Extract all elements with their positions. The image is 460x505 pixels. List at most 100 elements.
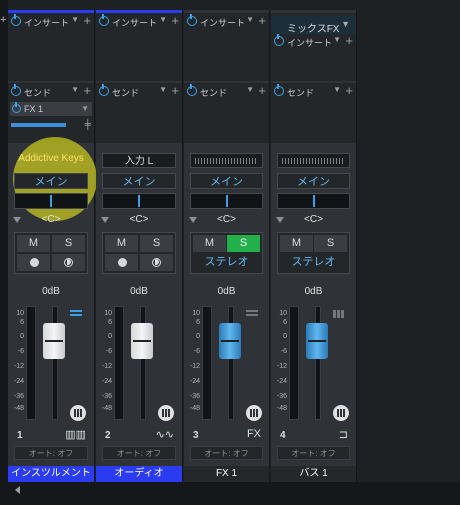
meter-mode-icon[interactable] xyxy=(246,310,258,318)
power-icon[interactable] xyxy=(274,34,284,46)
power-icon[interactable] xyxy=(11,14,21,26)
add-insert-icon[interactable]: + xyxy=(258,13,266,28)
volume-fader[interactable] xyxy=(306,323,328,359)
insert-slot[interactable]: インサート ▼ + xyxy=(8,13,94,81)
channel-number: 2 xyxy=(105,430,111,441)
add-send-icon[interactable]: + xyxy=(258,83,266,98)
output-selector[interactable]: メイン xyxy=(277,173,350,189)
solo-button[interactable]: S xyxy=(52,235,85,252)
send-pan-icon[interactable]: ╪ xyxy=(85,119,91,129)
pan-slider[interactable] xyxy=(190,193,263,209)
pan-value: <C> xyxy=(217,214,236,225)
record-icon xyxy=(30,258,39,267)
solo-button[interactable]: S xyxy=(140,235,173,252)
power-icon[interactable] xyxy=(274,84,284,96)
insert-label: インサート xyxy=(24,18,70,28)
channel-strip-4: ミックスFX ▼ インサート ▼ + センド ▼ + メイン <C> M S ステレオ 0… xyxy=(271,10,357,482)
dropdown-arrow-icon[interactable]: ▼ xyxy=(159,85,167,94)
send-slot[interactable]: センド ▼ + xyxy=(184,83,269,143)
power-icon[interactable] xyxy=(12,102,21,113)
monitor-button[interactable] xyxy=(140,254,173,271)
level-meter xyxy=(202,306,212,420)
insert-slot[interactable]: ミックスFX ▼ インサート ▼ + xyxy=(271,13,356,81)
add-send-icon[interactable]: + xyxy=(171,83,179,98)
pan-slider[interactable] xyxy=(277,193,350,209)
add-insert-icon[interactable]: + xyxy=(83,13,91,28)
solo-button[interactable]: S xyxy=(314,235,347,252)
volume-fader[interactable] xyxy=(219,323,241,359)
power-icon[interactable] xyxy=(11,84,21,96)
dropdown-arrow-icon[interactable]: ▼ xyxy=(71,85,79,94)
dropdown-arrow-icon[interactable]: ▼ xyxy=(159,15,167,24)
automation-mode[interactable]: オート: オフ xyxy=(102,446,176,460)
channel-name[interactable]: FX 1 xyxy=(184,466,269,482)
automation-mode[interactable]: オート: オフ xyxy=(277,446,350,460)
pan-slider[interactable] xyxy=(102,193,176,209)
power-icon[interactable] xyxy=(187,84,197,96)
mute-button[interactable]: M xyxy=(105,235,138,252)
power-icon[interactable] xyxy=(187,14,197,26)
add-icon[interactable]: + xyxy=(0,14,6,26)
monitor-button[interactable] xyxy=(52,254,85,271)
dropdown-arrow-icon[interactable]: ▼ xyxy=(246,15,254,24)
insert-slot[interactable]: インサート ▼ + xyxy=(96,13,182,81)
solo-button[interactable]: S xyxy=(227,235,260,252)
volume-fader[interactable] xyxy=(131,323,153,359)
record-button[interactable] xyxy=(17,254,50,271)
input-source[interactable]: Addictive Keys xyxy=(11,153,91,164)
add-send-icon[interactable]: + xyxy=(345,83,353,98)
meter-mode-icon[interactable] xyxy=(70,310,82,318)
power-icon[interactable] xyxy=(99,14,109,26)
dropdown-arrow-icon[interactable]: ▼ xyxy=(246,85,254,94)
send-level-slider[interactable] xyxy=(11,123,66,127)
add-insert-icon[interactable]: + xyxy=(345,33,353,48)
eq-icon[interactable] xyxy=(333,405,349,421)
output-selector[interactable]: メイン xyxy=(14,173,88,189)
volume-readout: 0dB xyxy=(217,286,236,297)
keyboard-icon: ▥▥ xyxy=(65,429,86,441)
input-source[interactable]: 入力 L xyxy=(102,153,176,168)
send-slot[interactable]: センド ▼ + FX 1 ▼ ╪ xyxy=(8,83,94,143)
eq-icon[interactable] xyxy=(246,405,262,421)
automation-mode[interactable]: オート: オフ xyxy=(14,446,88,460)
eq-icon[interactable] xyxy=(70,405,86,421)
power-icon[interactable] xyxy=(99,84,109,96)
insert-slot[interactable]: インサート ▼ + xyxy=(184,13,269,81)
mix-fx-selector[interactable]: ミックスFX ▼ xyxy=(271,16,356,35)
meter-mode-icon[interactable] xyxy=(333,310,345,318)
dropdown-arrow-icon[interactable]: ▼ xyxy=(71,15,79,24)
pan-value: <C> xyxy=(304,214,323,225)
record-button[interactable] xyxy=(105,254,138,271)
send-slot[interactable]: センド ▼ + xyxy=(271,83,356,143)
send-fx1[interactable]: FX 1 ▼ xyxy=(10,102,92,116)
eq-icon[interactable] xyxy=(158,405,174,421)
channel-number: 1 xyxy=(17,430,23,441)
pan-slider[interactable] xyxy=(14,193,88,209)
dropdown-arrow-icon[interactable]: ▼ xyxy=(333,35,341,44)
dropdown-arrow-icon[interactable]: ▼ xyxy=(341,19,350,29)
dropdown-arrow-icon[interactable]: ▼ xyxy=(81,104,89,113)
channel-mode[interactable]: ステレオ xyxy=(280,254,347,271)
output-selector[interactable]: メイン xyxy=(190,173,263,189)
channel-name[interactable]: オーディオ xyxy=(96,466,182,482)
scroll-left-icon[interactable] xyxy=(15,486,20,494)
insert-label: インサート xyxy=(112,18,158,28)
mute-button[interactable]: M xyxy=(193,235,226,252)
add-send-icon[interactable]: + xyxy=(83,83,91,98)
channel-mode[interactable]: ステレオ xyxy=(193,254,260,271)
horizontal-scrollbar[interactable] xyxy=(8,482,460,505)
mute-button[interactable]: M xyxy=(280,235,313,252)
send-label: センド xyxy=(287,88,315,98)
channel-name[interactable]: バス 1 xyxy=(271,466,356,482)
add-insert-icon[interactable]: + xyxy=(171,13,179,28)
send-fx1-label: FX 1 xyxy=(24,104,44,114)
channel-name[interactable]: インスツルメント xyxy=(8,466,94,482)
mute-button[interactable]: M xyxy=(17,235,50,252)
automation-mode[interactable]: オート: オフ xyxy=(190,446,263,460)
volume-fader[interactable] xyxy=(43,323,65,359)
output-selector[interactable]: メイン xyxy=(102,173,176,189)
monitor-icon xyxy=(152,258,161,267)
send-label: センド xyxy=(24,88,52,98)
send-slot[interactable]: センド ▼ + xyxy=(96,83,182,143)
dropdown-arrow-icon[interactable]: ▼ xyxy=(333,85,341,94)
